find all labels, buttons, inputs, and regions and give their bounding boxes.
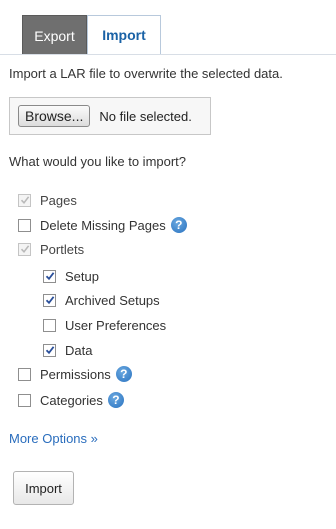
archived-setups-checkbox[interactable] <box>43 293 56 307</box>
option-archived-setups: Archived Setups <box>43 290 160 310</box>
permissions-label: Permissions <box>40 366 111 382</box>
portlets-checkbox <box>18 242 31 256</box>
pages-checkbox <box>18 193 31 207</box>
setup-label: Setup <box>65 268 99 284</box>
import-description: Import a LAR file to overwrite the selec… <box>9 66 283 81</box>
option-setup: Setup <box>43 266 99 286</box>
help-icon[interactable]: ? <box>107 392 124 408</box>
categories-label: Categories <box>40 392 103 408</box>
tab-export[interactable]: Export <box>22 15 87 55</box>
portlets-label: Portlets <box>40 241 85 257</box>
tab-divider <box>0 54 336 55</box>
option-data: Data <box>43 340 92 360</box>
option-portlets: Portlets <box>18 239 84 259</box>
tab-export-label: Export <box>34 27 75 44</box>
categories-checkbox[interactable] <box>18 393 31 407</box>
data-checkbox[interactable] <box>43 343 56 357</box>
user-preferences-label: User Preferences <box>65 317 167 333</box>
data-label: Data <box>65 342 93 358</box>
user-preferences-checkbox[interactable] <box>43 318 56 332</box>
file-status: No file selected. <box>99 108 192 124</box>
import-button[interactable]: Import <box>13 471 74 505</box>
permissions-checkbox[interactable] <box>18 367 31 381</box>
tab-import-label: Import <box>102 27 146 43</box>
pages-label: Pages <box>40 192 77 208</box>
browse-button[interactable]: Browse... <box>18 105 91 127</box>
setup-checkbox[interactable] <box>43 269 56 283</box>
import-question: What would you like to import? <box>9 154 187 169</box>
option-pages: Pages <box>18 190 77 210</box>
option-permissions: Permissions ? <box>18 364 132 384</box>
delete-missing-pages-label: Delete Missing Pages <box>40 217 166 233</box>
archived-setups-label: Archived Setups <box>65 292 160 308</box>
more-options-link[interactable]: More Options » <box>9 431 98 446</box>
option-user-preferences: User Preferences <box>43 315 166 335</box>
tab-import[interactable]: Import <box>87 15 161 55</box>
help-icon[interactable]: ? <box>115 366 132 382</box>
option-categories: Categories ? <box>18 390 124 410</box>
delete-missing-pages-checkbox[interactable] <box>18 218 31 232</box>
help-icon[interactable]: ? <box>170 217 187 233</box>
file-input[interactable]: Browse... No file selected. <box>9 97 211 135</box>
option-delete-missing-pages: Delete Missing Pages ? <box>18 215 187 235</box>
